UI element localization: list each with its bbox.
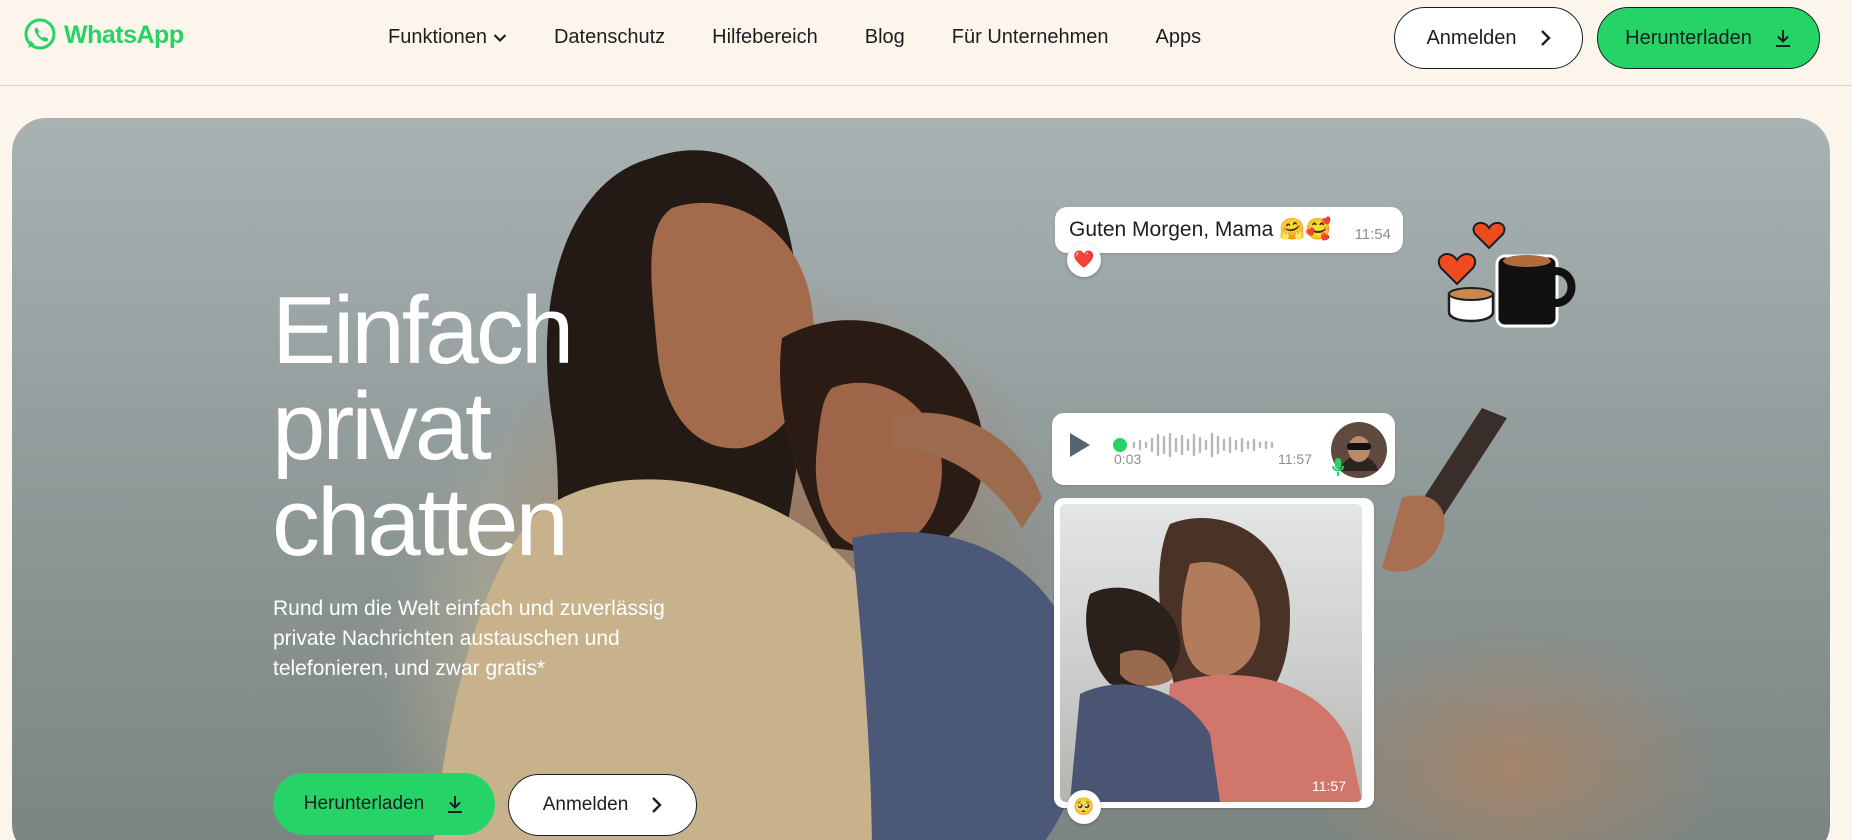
chevron-down-icon <box>493 33 507 42</box>
hero-headline: Einfach privat chatten <box>272 283 772 571</box>
top-navigation: WhatsApp Funktionen Datenschutz Hilfeber… <box>0 0 1852 86</box>
menu-item-blog[interactable]: Blog <box>865 24 905 51</box>
headline-line: privat <box>272 373 492 480</box>
hero-login-button[interactable]: Anmelden <box>508 774 697 836</box>
login-button-label: Anmelden <box>1426 26 1517 49</box>
menu-item-label: Für Unternehmen <box>951 26 1109 48</box>
menu-item-label: Hilfebereich <box>712 26 818 48</box>
play-icon[interactable] <box>1068 431 1092 459</box>
menu-item-fuer-unternehmen[interactable]: Für Unternehmen <box>952 24 1109 51</box>
emoji-reaction: 🥺 <box>1067 790 1101 824</box>
menu-item-apps[interactable]: Apps <box>1156 24 1202 51</box>
whatsapp-logo-icon <box>24 18 56 50</box>
chevron-right-icon <box>652 797 662 813</box>
login-button[interactable]: Anmelden <box>1394 7 1583 69</box>
chat-message-bubble: Guten Morgen, Mama 🤗🥰 11:54 <box>1055 207 1403 253</box>
voice-message-bubble: 0:03 11:57 <box>1052 413 1395 485</box>
chevron-right-icon <box>1540 30 1551 46</box>
heart-reaction: ❤️ <box>1067 243 1101 277</box>
menu-item-funktionen[interactable]: Funktionen <box>388 24 507 51</box>
voice-message-time: 11:57 <box>1278 451 1312 467</box>
chat-message-time: 11:54 <box>1354 226 1391 243</box>
menu-item-hilfebereich[interactable]: Hilfebereich <box>712 24 818 51</box>
shared-photo[interactable] <box>1060 504 1362 802</box>
hero-download-button[interactable]: Herunterladen <box>273 773 495 835</box>
download-button-label: Herunterladen <box>1625 26 1752 49</box>
download-icon <box>448 796 463 813</box>
chat-message-text: Guten Morgen, Mama 🤗🥰 <box>1069 218 1332 241</box>
main-menu: Funktionen Datenschutz Hilfebereich Blog… <box>388 24 1201 51</box>
hero-subtext: Rund um die Welt einfach und zuverlässig… <box>273 597 665 680</box>
voice-current-time: 0:03 <box>1114 451 1142 467</box>
headline-line: Einfach <box>272 277 574 384</box>
download-button[interactable]: Herunterladen <box>1597 7 1820 69</box>
headline-line: chatten <box>272 469 569 576</box>
menu-item-datenschutz[interactable]: Datenschutz <box>554 24 665 51</box>
coffee-sticker-icon <box>1438 221 1576 328</box>
whatsapp-logo[interactable]: WhatsApp <box>22 17 184 53</box>
photo-message-bubble[interactable]: 11:57 <box>1054 498 1374 808</box>
microphone-icon <box>1332 458 1344 476</box>
hero-login-label: Anmelden <box>542 794 629 815</box>
hero-section: Einfach privat chatten Rund um die Welt … <box>12 118 1830 840</box>
shared-photo-image <box>1060 504 1362 802</box>
menu-item-label: Funktionen <box>388 26 487 48</box>
brand-name: WhatsApp <box>64 20 184 49</box>
menu-item-label: Blog <box>864 26 905 48</box>
menu-item-label: Datenschutz <box>553 26 666 48</box>
photo-message-time: 11:57 <box>1312 778 1346 794</box>
menu-item-label: Apps <box>1155 26 1202 48</box>
download-icon <box>1775 30 1790 47</box>
hero-download-label: Herunterladen <box>303 793 425 814</box>
